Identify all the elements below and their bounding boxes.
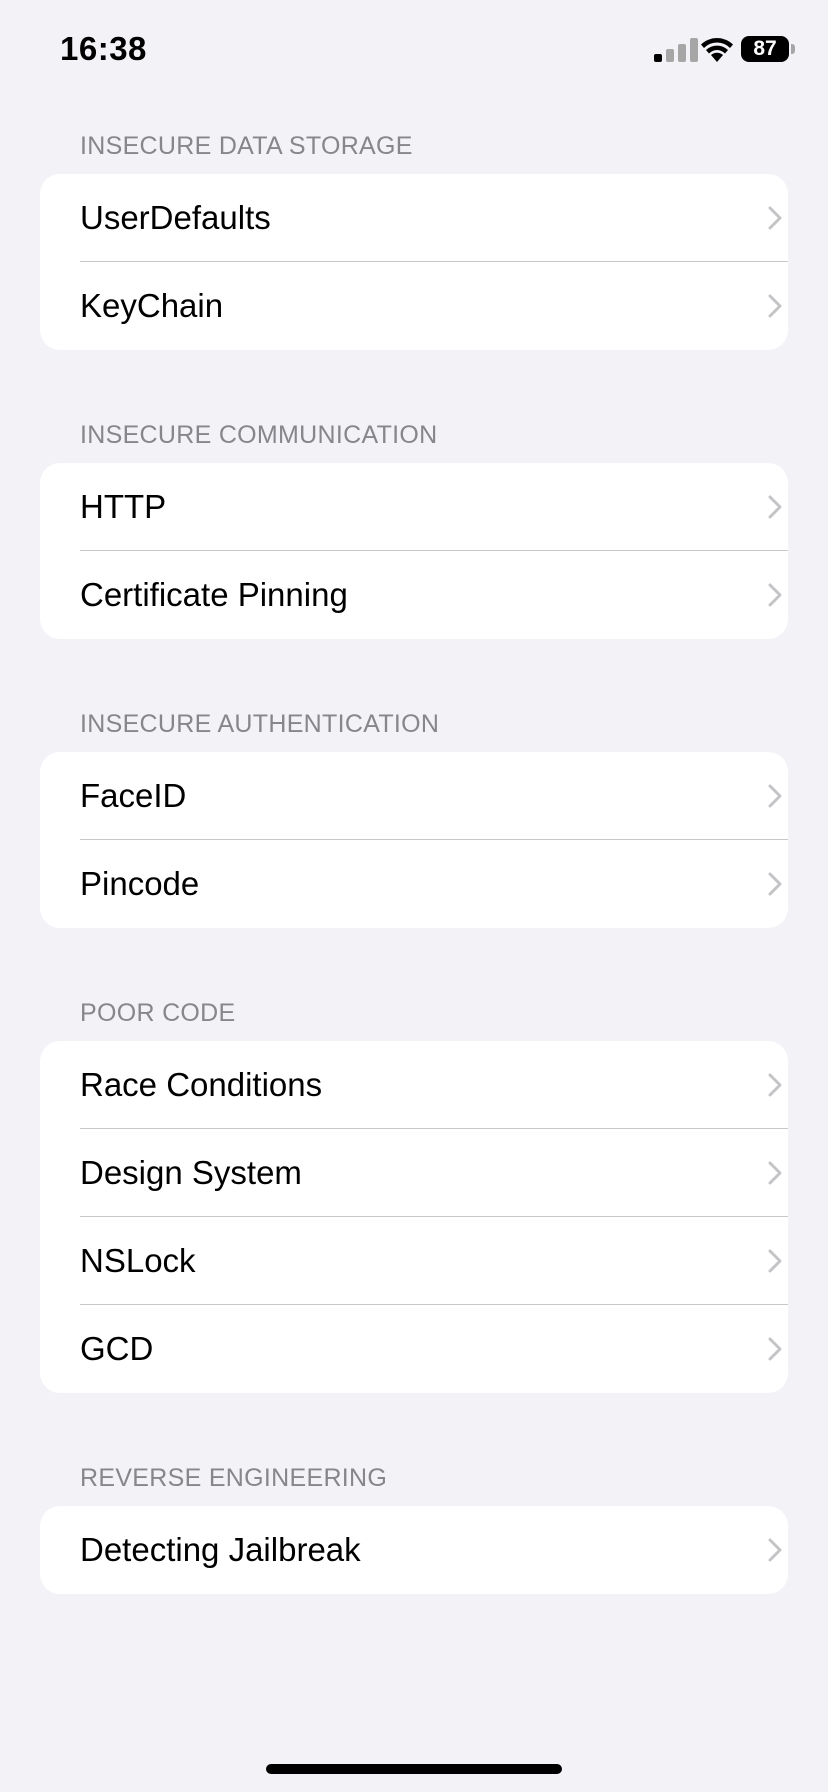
section-header-reverse-engineering: REVERSE ENGINEERING	[80, 1464, 388, 1492]
list-item-label: UserDefaults	[80, 199, 271, 236]
section-header-insecure-data-storage: INSECURE DATA STORAGE	[80, 132, 413, 160]
chevron-right-icon	[768, 1337, 782, 1361]
chevron-right-icon	[768, 206, 782, 230]
list-item-gcd[interactable]: GCD	[40, 1305, 788, 1393]
chevron-right-icon	[768, 294, 782, 318]
list-item-certificate-pinning[interactable]: Certificate Pinning	[40, 551, 788, 639]
battery-icon: 87	[741, 36, 789, 62]
list-item-userdefaults[interactable]: UserDefaults	[40, 174, 788, 262]
chevron-right-icon	[768, 495, 782, 519]
list-item-race-conditions[interactable]: Race Conditions	[40, 1041, 788, 1129]
home-indicator[interactable]	[266, 1764, 562, 1774]
list-item-keychain[interactable]: KeyChain	[40, 262, 788, 350]
list-item-label: NSLock	[80, 1242, 196, 1279]
cellular-signal-icon	[654, 38, 698, 62]
chevron-right-icon	[768, 1249, 782, 1273]
chevron-right-icon	[768, 872, 782, 896]
chevron-right-icon	[768, 1161, 782, 1185]
list-item-label: Pincode	[80, 865, 200, 902]
list-item-http[interactable]: HTTP	[40, 463, 788, 551]
battery-level: 87	[753, 37, 777, 60]
list-item-label: KeyChain	[80, 287, 224, 324]
list-item-label: Certificate Pinning	[80, 576, 348, 613]
battery-tip	[791, 44, 795, 54]
group-insecure-data-storage: UserDefaults KeyChain	[40, 174, 788, 350]
list-item-label: Race Conditions	[80, 1066, 323, 1103]
list-item-label: HTTP	[80, 488, 167, 525]
chevron-right-icon	[768, 583, 782, 607]
list-item-nslock[interactable]: NSLock	[40, 1217, 788, 1305]
group-reverse-engineering: Detecting Jailbreak	[40, 1506, 788, 1594]
group-insecure-authentication: FaceID Pincode	[40, 752, 788, 928]
chevron-right-icon	[768, 1073, 782, 1097]
chevron-right-icon	[768, 784, 782, 808]
group-insecure-communication: HTTP Certificate Pinning	[40, 463, 788, 639]
list-item-label: GCD	[80, 1330, 154, 1367]
status-bar: 16:38 87	[0, 0, 828, 100]
list-item-label: FaceID	[80, 777, 187, 814]
wifi-icon	[701, 38, 733, 62]
list-item-label: Design System	[80, 1154, 302, 1191]
list-item-faceid[interactable]: FaceID	[40, 752, 788, 840]
status-time: 16:38	[60, 30, 147, 67]
chevron-right-icon	[768, 1538, 782, 1562]
list-item-pincode[interactable]: Pincode	[40, 840, 788, 928]
list-item-label: Detecting Jailbreak	[80, 1531, 361, 1568]
section-header-insecure-authentication: INSECURE AUTHENTICATION	[80, 710, 440, 738]
group-poor-code: Race Conditions Design System NSLock GCD	[40, 1041, 788, 1393]
list-item-design-system[interactable]: Design System	[40, 1129, 788, 1217]
section-header-poor-code: POOR CODE	[80, 999, 236, 1027]
list-item-detecting-jailbreak[interactable]: Detecting Jailbreak	[40, 1506, 788, 1594]
section-header-insecure-communication: INSECURE COMMUNICATION	[80, 421, 438, 449]
